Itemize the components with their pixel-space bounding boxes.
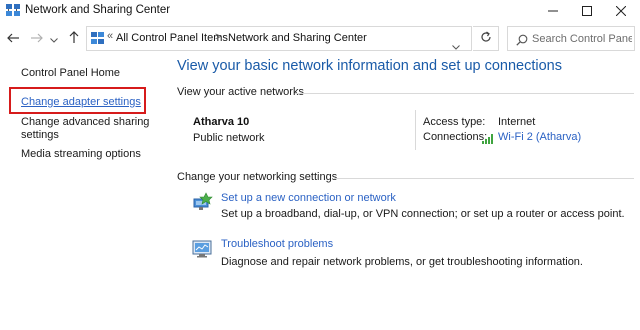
sidebar-item-label: settings: [21, 129, 59, 141]
sidebar-item-change-advanced-sharing-settings[interactable]: Change advanced sharing settings: [21, 116, 149, 142]
search-icon: [516, 33, 528, 46]
new-connection-icon: [192, 191, 214, 213]
chevron-down-icon: [50, 30, 58, 48]
minimize-icon: [548, 6, 558, 16]
connections-label: Connections:: [423, 131, 488, 143]
search-box[interactable]: [507, 26, 635, 51]
address-bar[interactable]: « All Control Panel Items > Network and …: [86, 26, 472, 51]
active-networks-heading: View your active networks: [177, 86, 304, 98]
control-panel-icon: [91, 32, 105, 45]
sidebar-item-control-panel-home[interactable]: Control Panel Home: [21, 67, 120, 79]
page-title: View your basic network information and …: [177, 58, 563, 74]
breadcrumb-separator[interactable]: >: [215, 31, 221, 43]
wifi-connection-link[interactable]: Wi-Fi 2 (Atharva): [498, 131, 581, 143]
forward-arrow-icon: [31, 30, 43, 48]
search-input[interactable]: [532, 28, 632, 49]
back-button[interactable]: [5, 31, 21, 47]
access-type-label: Access type:: [423, 116, 486, 128]
minimize-button[interactable]: [536, 0, 570, 22]
network-center-icon: [5, 3, 21, 18]
recent-locations-button[interactable]: [48, 31, 60, 47]
breadcrumb-all-control-panel-items[interactable]: All Control Panel Items: [116, 32, 228, 44]
setup-connection-description: Set up a broadband, dial-up, or VPN conn…: [221, 208, 625, 220]
close-icon: [616, 6, 626, 16]
troubleshoot-problems-link[interactable]: Troubleshoot problems: [221, 238, 333, 250]
address-overflow-indicator[interactable]: «: [107, 30, 113, 42]
up-arrow-icon: [69, 30, 79, 48]
refresh-icon: [480, 30, 492, 48]
network-type: Public network: [193, 132, 265, 144]
chevron-down-icon: [452, 37, 460, 54]
maximize-button[interactable]: [570, 0, 604, 22]
section-divider: [334, 178, 634, 179]
maximize-icon: [582, 6, 592, 16]
close-button[interactable]: [604, 0, 638, 22]
forward-button[interactable]: [29, 31, 45, 47]
column-divider: [415, 110, 416, 150]
troubleshoot-problems-description: Diagnose and repair network problems, or…: [221, 256, 583, 268]
back-arrow-icon: [7, 30, 19, 48]
window-title: Network and Sharing Center: [25, 4, 171, 16]
network-name: Atharva 10: [193, 116, 250, 128]
sidebar: Control Panel Home Change adapter settin…: [0, 56, 170, 330]
setup-connection-link[interactable]: Set up a new connection or network: [221, 192, 396, 204]
breadcrumb-network-and-sharing-center[interactable]: Network and Sharing Center: [228, 32, 367, 44]
sidebar-item-media-streaming-options[interactable]: Media streaming options: [21, 148, 141, 161]
troubleshoot-icon: [192, 238, 214, 260]
refresh-button[interactable]: [473, 26, 499, 51]
section-divider: [295, 93, 634, 94]
access-type-value: Internet: [498, 116, 536, 128]
address-history-button[interactable]: [452, 37, 460, 55]
title-bar: Network and Sharing Center: [0, 0, 640, 22]
wifi-signal-icon: [482, 131, 495, 144]
sidebar-item-change-adapter-settings[interactable]: Change adapter settings: [21, 96, 141, 108]
networking-settings-heading: Change your networking settings: [177, 171, 338, 183]
up-button[interactable]: [66, 31, 82, 47]
sidebar-item-label: Change advanced sharing: [21, 116, 150, 128]
